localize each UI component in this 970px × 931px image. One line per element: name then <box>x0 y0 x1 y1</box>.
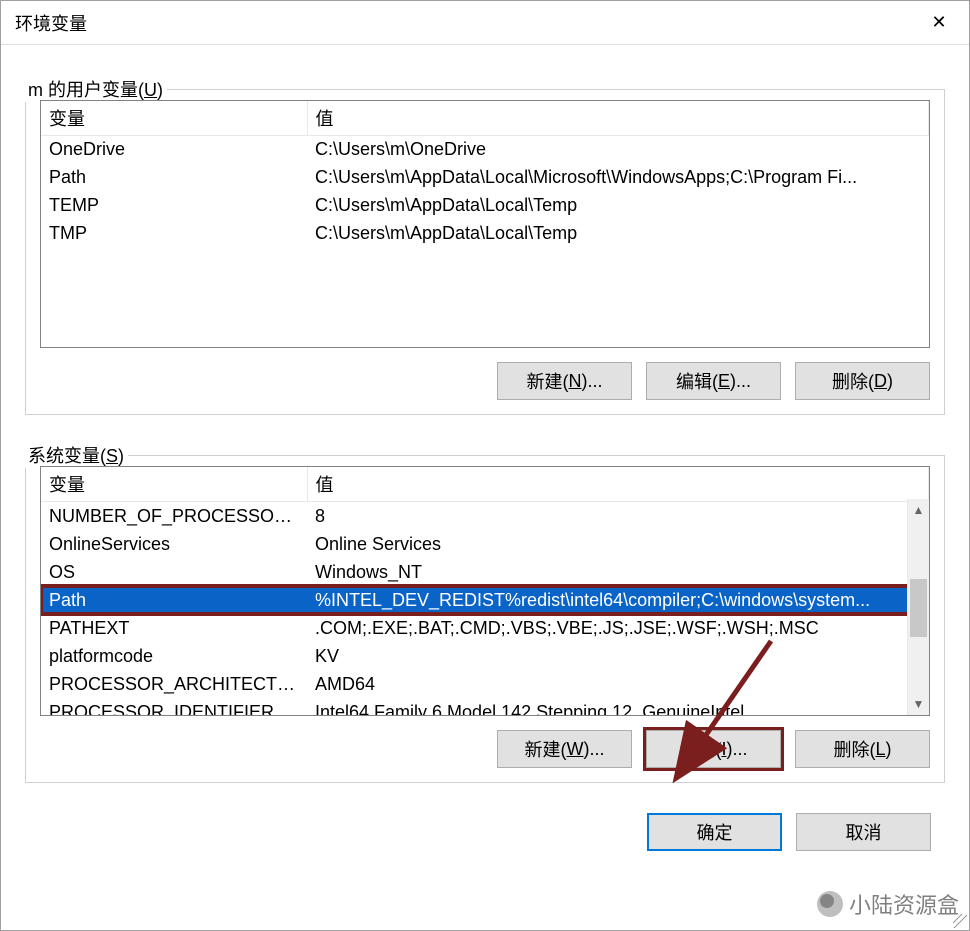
table-row[interactable]: TEMPC:\Users\m\AppData\Local\Temp <box>41 192 929 220</box>
table-row[interactable]: PROCESSOR_IDENTIFIERIntel64 Family 6 Mod… <box>41 698 929 716</box>
variable-name-cell: Path <box>41 586 307 614</box>
system-button-row: 新建(W)... 编辑(I)... 删除(L) <box>40 730 930 768</box>
variable-name-cell: NUMBER_OF_PROCESSORS <box>41 502 307 530</box>
scroll-up-icon[interactable]: ▲ <box>908 499 929 521</box>
table-row[interactable]: PROCESSOR_ARCHITECTUREAMD64 <box>41 670 929 698</box>
variable-value-cell: C:\Users\m\AppData\Local\Microsoft\Windo… <box>307 164 929 192</box>
variable-name-cell: TEMP <box>41 192 307 220</box>
system-variables-table-container: 变量 值 NUMBER_OF_PROCESSORS8OnlineServices… <box>40 466 930 716</box>
close-icon: ✕ <box>931 12 946 33</box>
cancel-button[interactable]: 取消 <box>796 813 931 851</box>
variable-name-cell: OneDrive <box>41 136 307 164</box>
user-col-value[interactable]: 值 <box>307 101 929 136</box>
user-variables-table[interactable]: 变量 值 OneDriveC:\Users\m\OneDrivePathC:\U… <box>41 101 929 248</box>
system-new-button[interactable]: 新建(W)... <box>497 730 632 768</box>
scroll-thumb[interactable] <box>910 579 927 637</box>
table-row[interactable]: OnlineServicesOnline Services <box>41 530 929 558</box>
system-scrollbar[interactable]: ▲ ▼ <box>907 499 929 715</box>
watermark-icon <box>817 891 843 917</box>
table-row[interactable]: OSWindows_NT <box>41 558 929 586</box>
table-row[interactable]: Path%INTEL_DEV_REDIST%redist\intel64\com… <box>41 586 929 614</box>
table-row[interactable]: PATHEXT.COM;.EXE;.BAT;.CMD;.VBS;.VBE;.JS… <box>41 614 929 642</box>
variable-name-cell: OS <box>41 558 307 586</box>
system-edit-button[interactable]: 编辑(I)... <box>646 730 781 768</box>
system-variables-label: 系统变量(S) <box>24 442 128 468</box>
variable-value-cell: Online Services <box>307 530 929 558</box>
scroll-down-icon[interactable]: ▼ <box>908 693 929 715</box>
window-title: 环境变量 <box>15 10 87 36</box>
table-row[interactable]: OneDriveC:\Users\m\OneDrive <box>41 136 929 164</box>
variable-value-cell: KV <box>307 642 929 670</box>
variable-value-cell: AMD64 <box>307 670 929 698</box>
variable-value-cell: C:\Users\m\AppData\Local\Temp <box>307 192 929 220</box>
env-vars-dialog: 环境变量 ✕ m 的用户变量(U) 变量 值 OneDrive <box>0 0 970 931</box>
variable-name-cell: PROCESSOR_ARCHITECTURE <box>41 670 307 698</box>
variable-name-cell: platformcode <box>41 642 307 670</box>
variable-value-cell: C:\Users\m\AppData\Local\Temp <box>307 220 929 248</box>
watermark-text: 小陆资源盒 <box>849 888 959 920</box>
variable-name-cell: PATHEXT <box>41 614 307 642</box>
variable-value-cell: %INTEL_DEV_REDIST%redist\intel64\compile… <box>307 586 929 614</box>
variable-value-cell: Windows_NT <box>307 558 929 586</box>
sys-col-variable[interactable]: 变量 <box>41 467 307 502</box>
user-col-variable[interactable]: 变量 <box>41 101 307 136</box>
user-new-button[interactable]: 新建(N)... <box>497 362 632 400</box>
table-row[interactable]: platformcodeKV <box>41 642 929 670</box>
variable-name-cell: TMP <box>41 220 307 248</box>
system-variables-group: 系统变量(S) 变量 值 NUMBER_OF_PROCESSORS8On <box>25 455 945 783</box>
titlebar: 环境变量 ✕ <box>1 1 969 45</box>
variable-value-cell: C:\Users\m\OneDrive <box>307 136 929 164</box>
dialog-footer: 确定 取消 <box>25 813 945 851</box>
variable-value-cell: Intel64 Family 6 Model 142 Stepping 12, … <box>307 698 929 716</box>
table-row[interactable]: TMPC:\Users\m\AppData\Local\Temp <box>41 220 929 248</box>
user-variables-table-container: 变量 值 OneDriveC:\Users\m\OneDrivePathC:\U… <box>40 100 930 348</box>
ok-button[interactable]: 确定 <box>647 813 782 851</box>
user-edit-button[interactable]: 编辑(E)... <box>646 362 781 400</box>
user-delete-button[interactable]: 删除(D) <box>795 362 930 400</box>
table-row[interactable]: NUMBER_OF_PROCESSORS8 <box>41 502 929 530</box>
system-variables-table[interactable]: 变量 值 <box>41 467 929 502</box>
system-delete-button[interactable]: 删除(L) <box>795 730 930 768</box>
variable-value-cell: .COM;.EXE;.BAT;.CMD;.VBS;.VBE;.JS;.JSE;.… <box>307 614 929 642</box>
content-area: m 的用户变量(U) 变量 值 OneDriveC:\Users\m\OneDr… <box>1 45 969 930</box>
variable-name-cell: Path <box>41 164 307 192</box>
sys-col-value[interactable]: 值 <box>307 467 929 502</box>
variable-name-cell: OnlineServices <box>41 530 307 558</box>
user-variables-label: m 的用户变量(U) <box>24 76 167 102</box>
table-row[interactable]: PathC:\Users\m\AppData\Local\Microsoft\W… <box>41 164 929 192</box>
variable-name-cell: PROCESSOR_IDENTIFIER <box>41 698 307 716</box>
user-button-row: 新建(N)... 编辑(E)... 删除(D) <box>40 362 930 400</box>
watermark: 小陆资源盒 <box>817 888 959 920</box>
close-button[interactable]: ✕ <box>909 1 969 44</box>
user-variables-group: m 的用户变量(U) 变量 值 OneDriveC:\Users\m\OneDr… <box>25 89 945 415</box>
variable-value-cell: 8 <box>307 502 929 530</box>
